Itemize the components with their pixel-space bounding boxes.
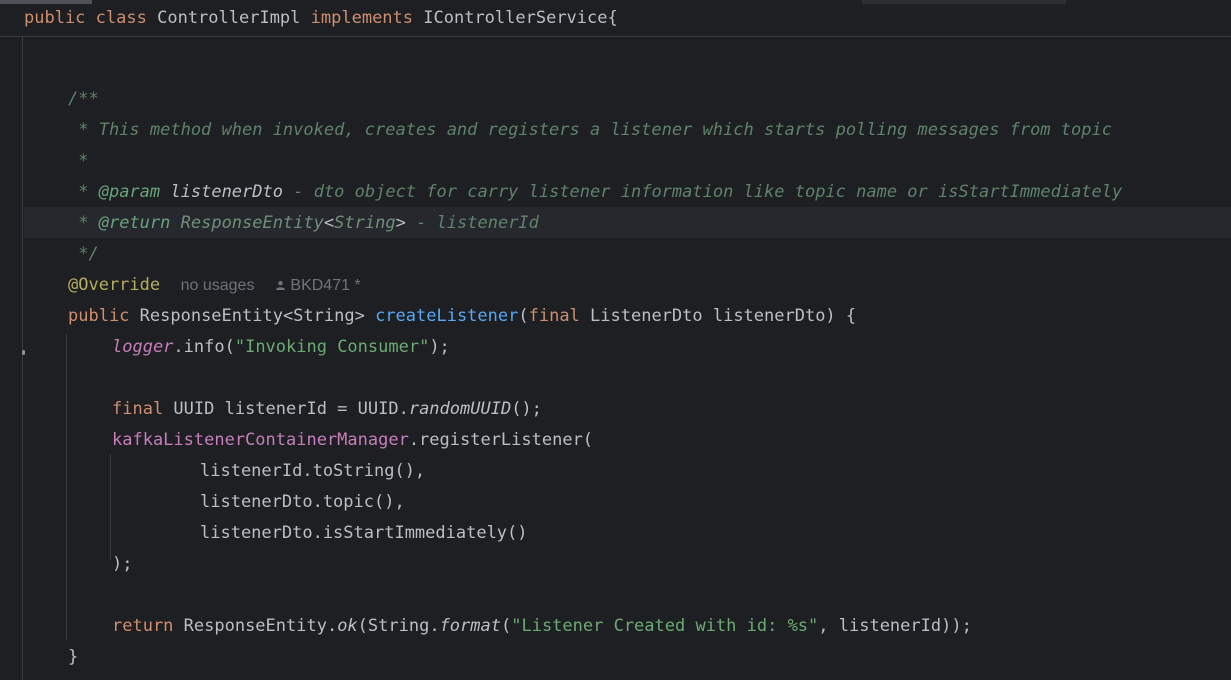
sticky-class-header[interactable]: public class ControllerImpl implements I…	[0, 0, 1231, 37]
uuid-decl: UUID listenerId = UUID.	[163, 399, 409, 419]
annotation: @Override	[68, 275, 161, 295]
javadoc-tag: @return	[98, 213, 171, 233]
static-method: format	[439, 616, 501, 636]
code-area[interactable]: /** * This method when invoked, creates …	[22, 36, 1231, 680]
javadoc-generic-open: <	[323, 213, 335, 233]
paren: (	[500, 616, 512, 636]
class-name: ControllerImpl	[157, 8, 301, 28]
javadoc-line: *	[68, 151, 89, 171]
return-line: return ResponseEntity.ok(String.format("…	[112, 611, 972, 642]
params: ListenerDto listenerDto) {	[579, 306, 857, 326]
closing-brace: }	[68, 647, 79, 667]
method-name[interactable]: createListener	[375, 306, 518, 326]
javadoc-type: ResponseEntity	[180, 213, 324, 233]
javadoc-desc: - listenerId	[405, 213, 539, 233]
javadoc-desc: - dto object for carry listener informat…	[282, 182, 1123, 202]
javadoc-tag: @param	[98, 182, 161, 202]
person-icon	[275, 281, 285, 290]
javadoc-prefix: *	[68, 213, 99, 233]
argument-line: listenerDto.topic(),	[200, 492, 405, 512]
logger-line: logger.info("Invoking Consumer");	[112, 332, 450, 363]
call-end: ();	[511, 399, 542, 419]
call-end: );	[429, 337, 450, 357]
uuid-line: final UUID listenerId = UUID.randomUUID(…	[112, 394, 542, 425]
return-end: , listenerId));	[818, 616, 972, 636]
keyword: class	[95, 8, 147, 28]
keyword: final	[528, 306, 580, 326]
keyword: public	[24, 8, 86, 28]
interface-name: IControllerService{	[423, 8, 618, 28]
keyword: implements	[310, 8, 414, 28]
javadoc-open: /**	[68, 89, 99, 109]
annotation-line: @Override no usages BKD471 *	[68, 270, 361, 301]
call-close-line: );	[112, 554, 133, 574]
argument-line: listenerDto.isStartImmediately()	[200, 523, 528, 543]
javadoc-param-line: * @param listenerDto - dto object for ca…	[68, 177, 1122, 208]
horizontal-scrollbar-track[interactable]	[862, 0, 1066, 4]
author-hint[interactable]: BKD471 *	[275, 277, 361, 294]
javadoc-prefix: *	[68, 182, 99, 202]
gutter-marker	[22, 350, 25, 355]
return-expr: ResponseEntity.	[173, 616, 338, 636]
keyword: final	[112, 399, 164, 419]
javadoc-generic: String	[334, 213, 396, 233]
indent-guide	[110, 454, 111, 560]
return-type: ResponseEntity<String>	[129, 306, 376, 326]
horizontal-scrollbar-thumb[interactable]	[0, 0, 92, 4]
javadoc-param-name: listenerDto	[170, 182, 283, 202]
info-call: .info(	[173, 337, 235, 357]
register-call: .registerListener(	[408, 430, 594, 450]
static-method: ok	[337, 616, 358, 636]
keyword: public	[68, 306, 130, 326]
argument-line: listenerId.toString(),	[200, 461, 426, 481]
string-literal: "Listener Created with id: %s"	[511, 616, 819, 636]
indent-guide	[22, 36, 23, 680]
javadoc-return-line: * @return ResponseEntity<String> - liste…	[68, 208, 539, 239]
manager-field: kafkaListenerContainerManager	[112, 430, 409, 450]
code-editor[interactable]: public class ControllerImpl implements I…	[0, 0, 1231, 680]
logger-field: logger	[112, 337, 174, 357]
return-expr: (String.	[357, 616, 440, 636]
register-line: kafkaListenerContainerManager.registerLi…	[112, 425, 593, 456]
string-literal: "Invoking Consumer"	[234, 337, 430, 357]
indent-guide	[66, 334, 67, 640]
method-signature: public ResponseEntity<String> createList…	[68, 301, 856, 332]
class-declaration-line: public class ControllerImpl implements I…	[24, 8, 618, 28]
javadoc-line: * This method when invoked, creates and …	[68, 120, 1112, 140]
javadoc-generic-close: >	[395, 213, 406, 233]
author-name: BKD471 *	[290, 277, 361, 294]
keyword: return	[112, 616, 174, 636]
static-method: randomUUID	[408, 399, 512, 419]
paren: (	[518, 306, 529, 326]
usages-hint[interactable]: no usages	[181, 277, 255, 294]
javadoc-close: */	[68, 244, 99, 264]
